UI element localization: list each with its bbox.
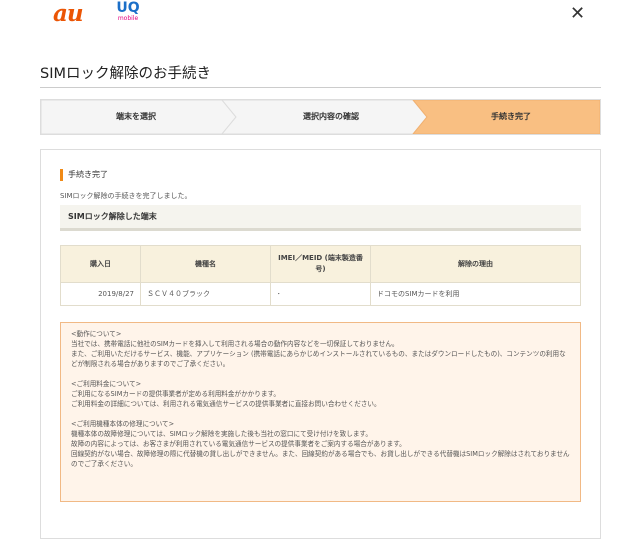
uq-logo-subtext: mobile <box>117 15 139 22</box>
unlocked-devices-table: 購入日 機種名 IMEI／MEID (端末製造番号) 解除の理由 2019/8/… <box>60 245 581 306</box>
notice-repair-text-1: 機種本体の故障修理については、SIMロック解除を実施した後も当社の窓口にて受け付… <box>71 430 372 438</box>
step-1-label: 端末を選択 <box>116 112 156 121</box>
cell-reason: ドコモのSIMカードを利用 <box>370 282 581 306</box>
progress-steps: 端末を選択 選択内容の確認 手続き完了 <box>40 99 601 135</box>
close-icon[interactable]: ✕ <box>570 4 585 24</box>
notice-repair-text-3: 回線契約がない場合、故障修理の際に代替機の貸し出しができません。また、回線契約が… <box>71 450 570 468</box>
cell-imei: ･ <box>270 282 371 306</box>
app-header: au UQ mobile ✕ <box>0 0 640 40</box>
col-header-model: 機種名 <box>140 245 271 283</box>
notice-fee-text-2: ご利用料金の詳細については、利用される電気通信サービスの提供事業者に直接お問い合… <box>71 400 381 408</box>
table-row: 2019/8/27 ＳＣＶ４０ブラック ･ ドコモのSIMカードを利用 <box>60 282 581 306</box>
step-2-label: 選択内容の確認 <box>303 112 359 121</box>
result-panel: 手続き完了 SIMロック解除の手続きを完了しました。 SIMロック解除した端末 … <box>40 149 601 539</box>
notice-operation-title: <動作について> <box>71 330 122 338</box>
uq-logo-text: UQ <box>116 0 140 16</box>
table-header-row: 購入日 機種名 IMEI／MEID (端末製造番号) 解除の理由 <box>60 245 581 283</box>
notice-fee-title: <ご利用料金について> <box>71 380 142 388</box>
step-3-label: 手続き完了 <box>491 112 531 121</box>
col-header-date: 購入日 <box>60 245 141 283</box>
page-title: SIMロック解除のお手続き <box>40 66 211 82</box>
col-header-reason: 解除の理由 <box>370 245 581 283</box>
au-logo[interactable]: au <box>53 0 84 27</box>
cell-model: ＳＣＶ４０ブラック <box>140 282 271 306</box>
notice-repair-title: <ご利用機種本体の修理について> <box>71 420 175 428</box>
cell-date: 2019/8/27 <box>60 282 141 306</box>
uq-mobile-logo[interactable]: UQ mobile <box>112 1 144 22</box>
sub-heading: SIMロック解除した端末 <box>60 205 581 231</box>
notice-operation-text-2: また、ご利用いただけるサービス、機能、アプリケーション (携帯電話にあらかじめイ… <box>71 350 566 368</box>
notice-fee-text-1: ご利用になるSIMカードの提供事業者が定める利用料金がかかります。 <box>71 390 280 398</box>
notice-box: <動作について> 当社では、携帯電話に他社のSIMカードを挿入して利用される場合… <box>60 322 581 502</box>
notice-repair-text-2: 故障の内容によっては、お客さまが利用されている電気通信サービスの提供事業者をご案… <box>71 440 406 448</box>
title-divider <box>40 87 601 88</box>
col-header-imei: IMEI／MEID (端末製造番号) <box>270 245 371 283</box>
notice-operation-text-1: 当社では、携帯電話に他社のSIMカードを挿入して利用される場合の動作内容などを一… <box>71 340 399 348</box>
section-heading: 手続き完了 <box>60 169 108 181</box>
completion-message: SIMロック解除の手続きを完了しました。 <box>60 192 192 200</box>
